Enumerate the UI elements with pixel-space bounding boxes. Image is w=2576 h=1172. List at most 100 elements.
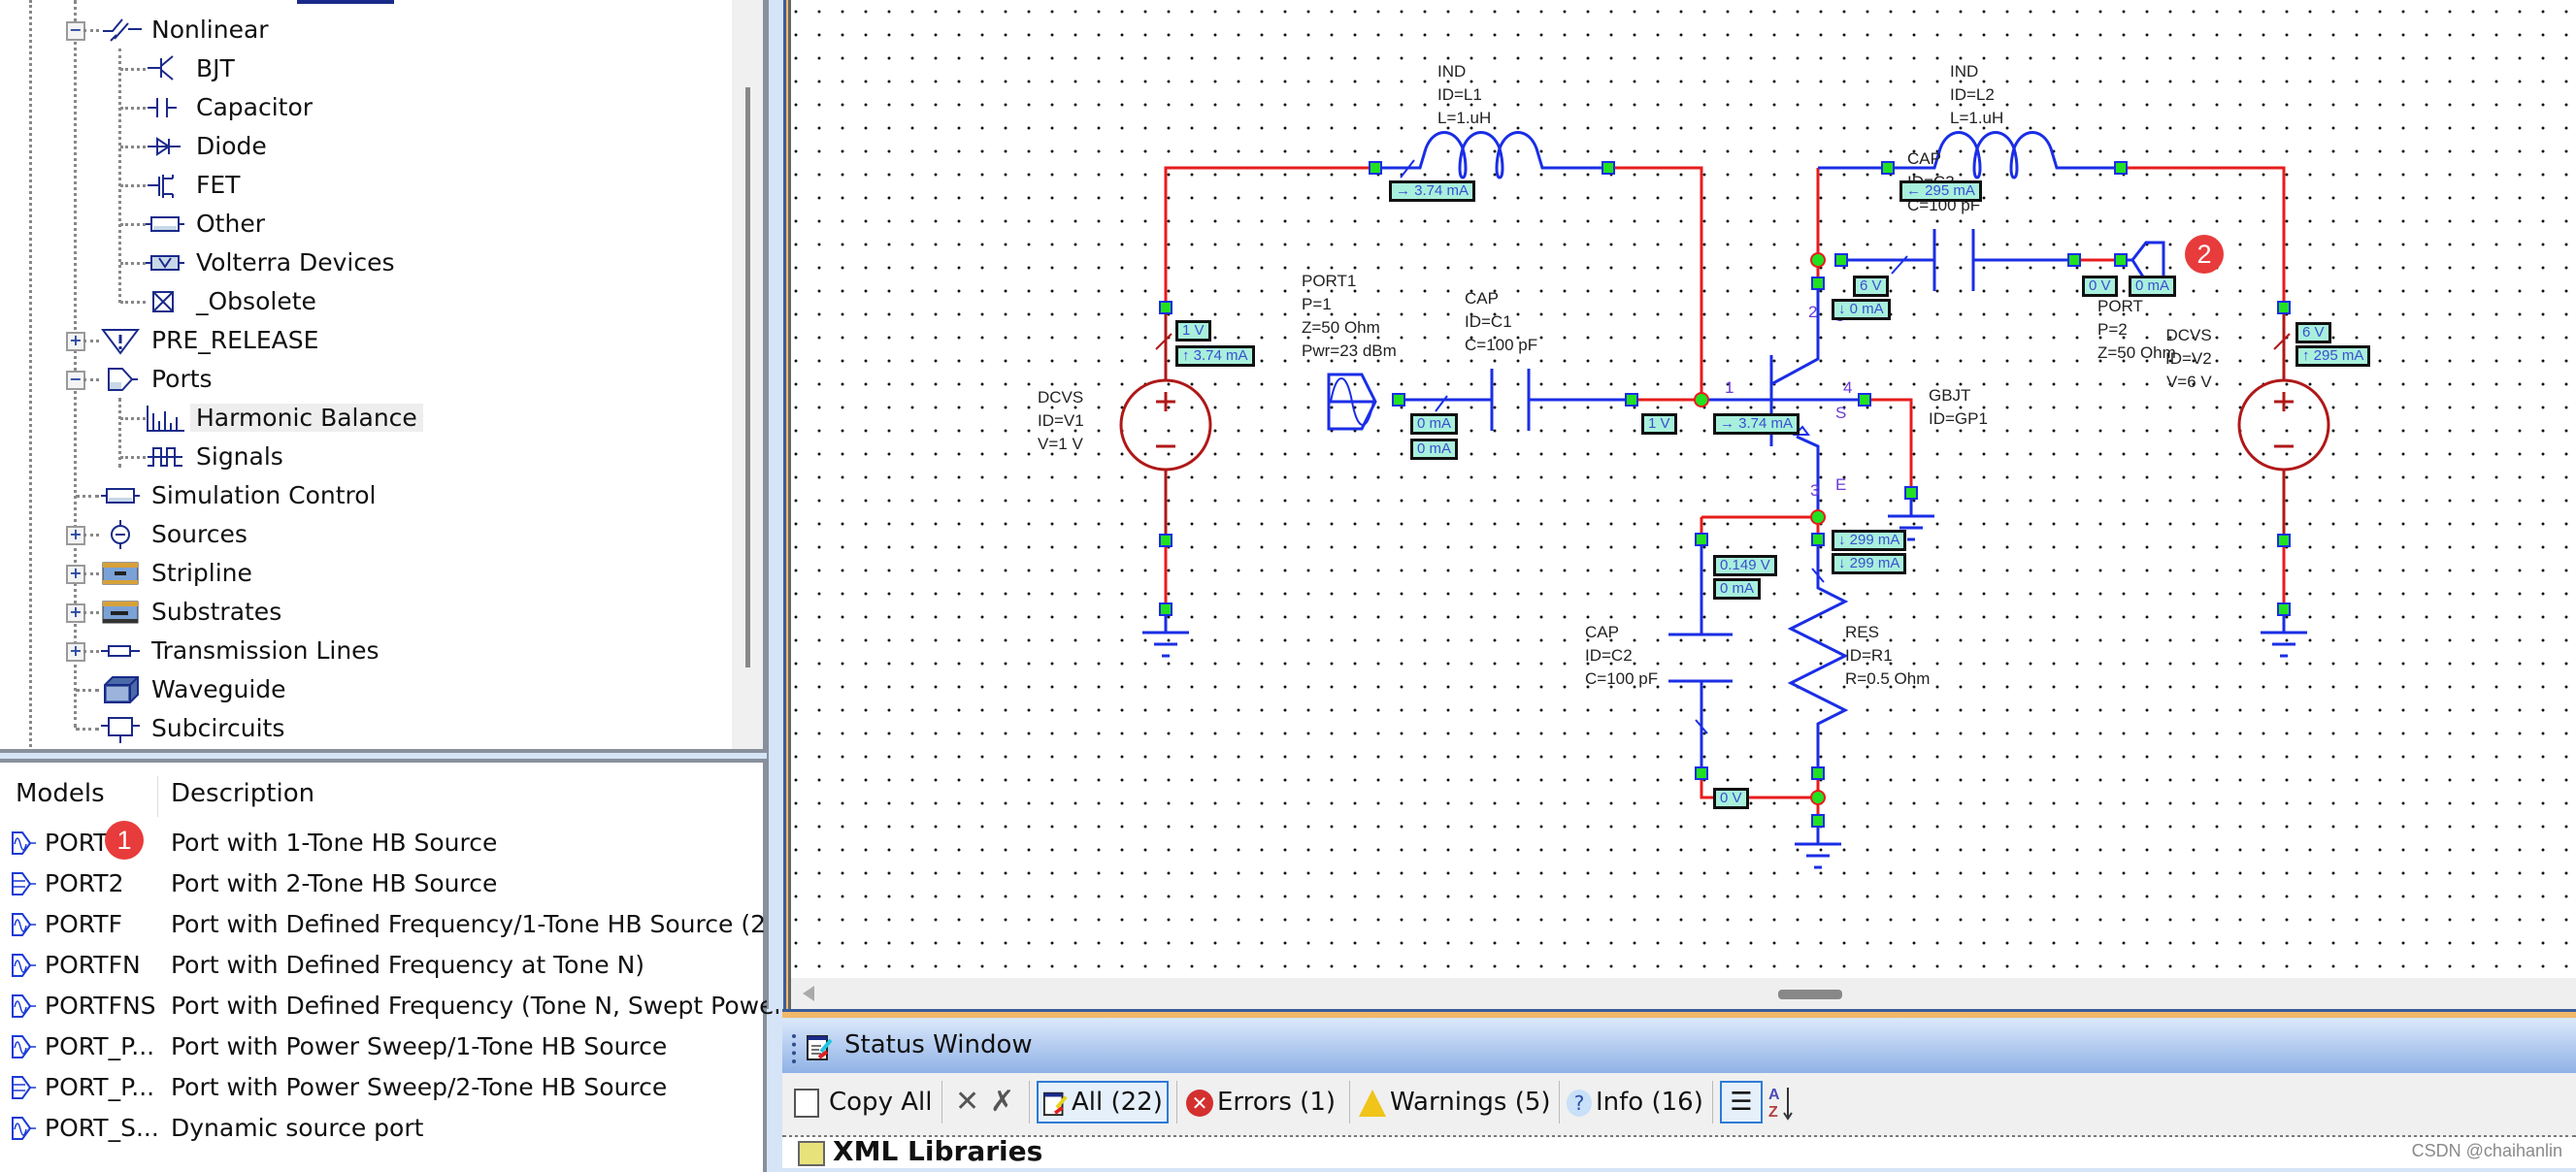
diode-icon: [148, 137, 181, 156]
port-model-icon: [12, 994, 36, 1018]
collapse-ports[interactable]: −: [66, 371, 85, 390]
tree-item-subcircuits[interactable]: Subcircuits: [101, 708, 284, 747]
expand-stripline[interactable]: +: [66, 565, 85, 584]
annotation-port1-current: 0 mA: [1410, 413, 1459, 435]
tree-connector: [76, 728, 99, 731]
subcircuits-icon: [101, 717, 140, 743]
tree-scroll-thumb[interactable]: [745, 87, 750, 667]
schematic-drawing: [1119, 131, 2330, 869]
wire: [1865, 398, 1913, 493]
tree-item-volterra-devices[interactable]: Volterra Devices: [146, 243, 395, 281]
partial-row-icon: [297, 0, 394, 4]
tree-item-harmonic-balance[interactable]: Harmonic Balance: [146, 398, 423, 437]
xml-libraries-section[interactable]: XML Libraries: [782, 1135, 2576, 1168]
tree-item-transmission-lines[interactable]: Transmission Lines: [101, 631, 380, 669]
filter-info-button[interactable]: ? Info (16): [1567, 1081, 1703, 1123]
clear-icon: ✕: [955, 1085, 980, 1119]
tree-vertical-scrollbar[interactable]: [732, 0, 763, 749]
resistor-r1: [1787, 539, 1849, 773]
clear-all-button[interactable]: ✗: [990, 1081, 1014, 1123]
canvas-horizontal-scrollbar[interactable]: [788, 978, 2576, 1012]
group-view-button[interactable]: ☰: [1720, 1081, 1763, 1123]
models-column-header[interactable]: Models: [16, 770, 105, 817]
expand-substrates[interactable]: +: [66, 603, 85, 623]
element-tree-panel: − Nonlinear BJT Capacitor Diode FET Othe…: [0, 0, 767, 753]
tree-item-pre-release[interactable]: PRE_RELEASE: [101, 320, 318, 359]
tree-item-obsolete[interactable]: _Obsolete: [146, 281, 316, 320]
info-icon: ?: [1567, 1089, 1592, 1117]
port-model-icon: [12, 1076, 36, 1099]
annotation-base-current: → 3.74 mA: [1713, 413, 1800, 435]
pin-label: 3: [1810, 481, 1820, 500]
tree-item-bjt[interactable]: BJT: [146, 49, 235, 87]
panel-splitter[interactable]: [767, 0, 789, 1009]
gbjt-label[interactable]: GBJT ID=GP1: [1929, 384, 1988, 431]
toolbar-grip[interactable]: [792, 1034, 800, 1063]
warning-icon: [1359, 1089, 1386, 1117]
bjt-icon: [148, 55, 174, 81]
port-model-icon: [12, 954, 36, 977]
dcvs-v1-label[interactable]: DCVS ID=V1 V=1 V: [1038, 386, 1084, 456]
tree-item-ports[interactable]: Ports: [101, 359, 213, 398]
annotation-port2-current: 0 mA: [2129, 276, 2177, 297]
tree-connector: [120, 456, 146, 459]
port-model-icon: [12, 1117, 36, 1140]
schematic-canvas[interactable]: IND ID=L1 L=1.uH IND ID=L2 L=1.uH CAP ID…: [788, 0, 2576, 978]
clear-button[interactable]: ✕: [955, 1081, 979, 1123]
toolbar-separator: [1176, 1081, 1177, 1123]
status-window-header: Status Window: [782, 1019, 2576, 1073]
capacitor-c2-label[interactable]: CAP ID=C2 C=100 pF: [1585, 621, 1658, 691]
collapse-nonlinear[interactable]: −: [66, 21, 85, 41]
inductor-l1-label[interactable]: IND ID=L1 L=1.uH: [1437, 60, 1491, 130]
filter-all-button[interactable]: All (22): [1037, 1081, 1169, 1123]
tree-connector: [83, 534, 99, 537]
annotation-v2-current: ↑ 295 mA: [2295, 345, 2371, 367]
filter-errors-button[interactable]: ✕ Errors (1): [1186, 1081, 1336, 1123]
tree-item-substrates[interactable]: Substrates: [101, 592, 281, 631]
status-toolbar: Copy All ✕ ✗ All (22) ✕ Errors (1) Warnin…: [782, 1073, 2576, 1138]
toolbar-separator: [1712, 1081, 1713, 1123]
description-column-header[interactable]: Description: [171, 770, 314, 817]
tree-item-signals[interactable]: Signals: [146, 437, 283, 475]
waveguide-icon: [104, 676, 139, 703]
port2-label[interactable]: PORT P=2 Z=50 Ohm: [2097, 295, 2176, 365]
dcvs-v2-label[interactable]: DCVS ID=V2 V=6 V: [2165, 324, 2212, 394]
filter-warnings-button[interactable]: Warnings (5): [1359, 1081, 1551, 1123]
tree-item-nonlinear[interactable]: Nonlinear: [101, 10, 269, 49]
svg-text:A: A: [1768, 1087, 1780, 1103]
port1-symbol: [1327, 369, 1632, 431]
tree-item-other[interactable]: Other: [146, 204, 265, 243]
list-icon: ☰: [1730, 1088, 1753, 1117]
sort-az-button[interactable]: AZ: [1765, 1081, 1798, 1123]
tree-item-fet[interactable]: FET: [146, 165, 240, 204]
tree-connector: [83, 650, 99, 653]
resistor-r1-label[interactable]: RES ID=R1 R=0.5 Ohm: [1845, 621, 1930, 691]
capacitor-c1-label[interactable]: CAP ID=C1 C=100 pF: [1465, 287, 1537, 357]
annotation-v1-current: ↑ 3.74 mA: [1175, 345, 1255, 367]
wire: [1608, 166, 1703, 400]
column-divider[interactable]: [157, 776, 158, 817]
pin-label: 2: [1808, 303, 1818, 321]
substrates-icon: [102, 601, 139, 624]
status-window-icon: [807, 1035, 833, 1060]
tree-item-stripline[interactable]: Stripline: [101, 553, 252, 592]
callout-badge-1: 1: [105, 821, 144, 860]
annotation-port1-current: 0 mA: [1410, 439, 1459, 460]
scroll-left-arrow[interactable]: [803, 986, 814, 1001]
tree-item-simulation-control[interactable]: Simulation Control: [101, 475, 376, 514]
canvas-scroll-thumb[interactable]: [1778, 990, 1842, 999]
pin-label: S: [1835, 404, 1847, 422]
inductor-l2-label[interactable]: IND ID=L2 L=1.uH: [1950, 60, 2003, 130]
tree-item-diode[interactable]: Diode: [146, 126, 267, 165]
expand-pre-release[interactable]: +: [66, 332, 85, 351]
tree-item-capacitor[interactable]: Capacitor: [146, 87, 313, 126]
tree-item-sources[interactable]: Sources: [101, 514, 248, 553]
annotation-emitter-current: ↓ 299 mA: [1832, 530, 1907, 551]
expand-transmission-lines[interactable]: +: [66, 642, 85, 662]
tree-item-waveguide[interactable]: Waveguide: [101, 669, 286, 708]
copy-all-button[interactable]: Copy All: [790, 1081, 932, 1123]
port1-label[interactable]: PORT1 P=1 Z=50 Ohm Pwr=23 dBm: [1302, 270, 1397, 363]
expand-sources[interactable]: +: [66, 526, 85, 545]
toolbar-separator: [941, 1081, 942, 1123]
tree-connector: [83, 611, 99, 614]
